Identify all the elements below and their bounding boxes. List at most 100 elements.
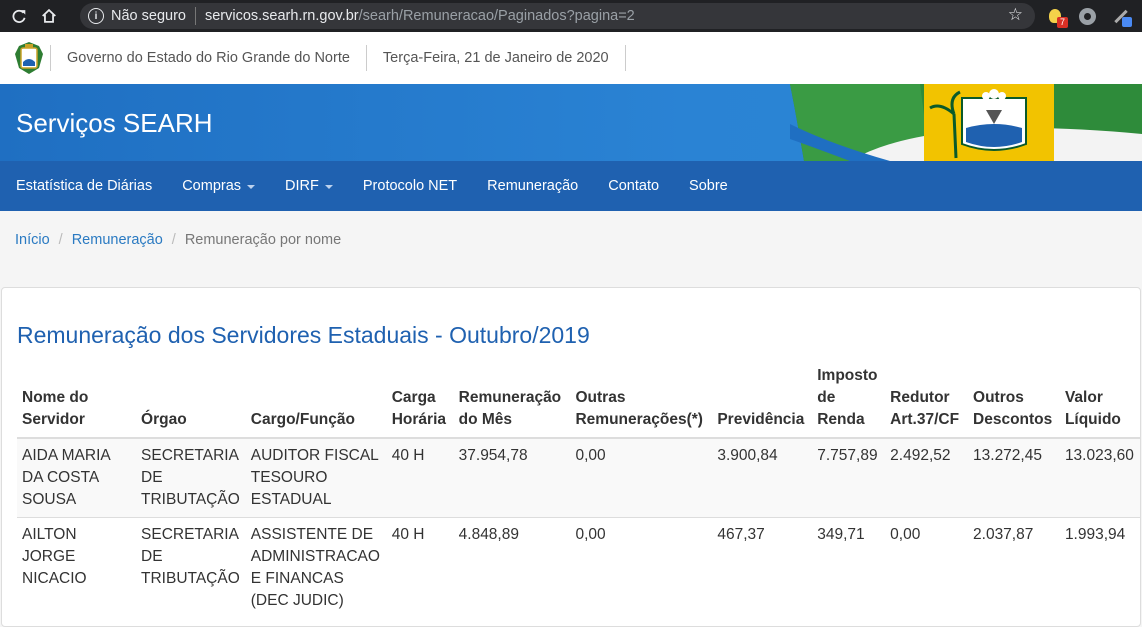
site-banner: Serviços SEARH	[0, 84, 1142, 161]
header-line: Redutor	[890, 389, 950, 406]
caret-down-icon	[247, 185, 256, 189]
nav-label: Sobre	[689, 178, 728, 194]
column-header-redutor[interactable]: Redutor Art.37/CF	[885, 362, 969, 439]
cell-imposto: 7.757,89	[812, 437, 886, 518]
header-line: Outras	[575, 389, 626, 406]
column-header-imposto[interactable]: Imposto de Renda	[812, 362, 886, 439]
info-icon[interactable]: i	[88, 8, 104, 24]
cell-carga: 40 H	[386, 517, 454, 618]
header-line: Servidor	[22, 411, 85, 428]
cell-cargo: AUDITOR FISCAL TESOURO ESTADUAL	[245, 437, 387, 518]
cell-liquido: 1.993,94	[1059, 517, 1140, 618]
cell-outras: 0,00	[570, 517, 713, 618]
header-line: Outros	[973, 389, 1024, 406]
cell-redutor: 0,00	[885, 517, 969, 618]
cell-nome: AIDA MARIA DA COSTA SOUSA	[17, 437, 137, 518]
cell-remuneracao: 4.848,89	[453, 517, 571, 618]
header-line: Imposto	[817, 367, 878, 384]
nav-contato[interactable]: Contato	[593, 161, 674, 211]
cell-descontos: 2.037,87	[968, 517, 1060, 618]
cell-outras: 0,00	[570, 437, 713, 518]
breadcrumb-remuneracao-link[interactable]: Remuneração	[72, 232, 163, 248]
reload-icon[interactable]	[8, 5, 30, 27]
header-line: Remuneração	[458, 389, 562, 406]
state-flag-image	[790, 84, 1142, 161]
home-icon[interactable]	[38, 5, 60, 27]
cell-carga: 40 H	[386, 437, 454, 518]
main-navigation: Estatística de Diárias Compras DIRF Prot…	[0, 161, 1142, 211]
cell-liquido: 13.023,60	[1059, 437, 1140, 518]
table-row: AIDA MARIA DA COSTA SOUSA SECRETARIA DE TRIB…	[17, 437, 1140, 518]
header-line: Renda	[817, 411, 865, 428]
current-date: Terça-Feira, 21 de Janeiro de 2020	[382, 50, 609, 66]
breadcrumb: Início / Remuneração / Remuneração por n…	[0, 211, 1142, 269]
cell-imposto: 349,71	[812, 517, 886, 618]
cell-orgao: SECRETARIA DE TRIBUTAÇÃO	[136, 517, 246, 618]
header-line: Remunerações(*)	[575, 411, 703, 428]
header-line: Descontos	[973, 411, 1053, 428]
nav-sobre[interactable]: Sobre	[674, 161, 743, 211]
breadcrumb-separator: /	[58, 232, 63, 248]
disc-extension-icon[interactable]	[1076, 5, 1098, 27]
cell-orgao: SECRETARIA DE TRIBUTAÇÃO	[136, 437, 246, 518]
nav-label: Remuneração	[487, 178, 579, 194]
column-header-remuneracao[interactable]: Remuneração do Mês	[453, 362, 571, 439]
salary-table: Nome do Servidor Órgao Cargo/Função Carga…	[17, 362, 1140, 618]
pen-extension-icon[interactable]	[1110, 5, 1132, 27]
cell-redutor: 2.492,52	[885, 437, 969, 518]
address-bar[interactable]: i Não seguro servicos.searh.rn.gov.br/se…	[80, 3, 1035, 29]
nav-remuneracao[interactable]: Remuneração	[472, 161, 593, 211]
site-title[interactable]: Serviços SEARH	[16, 108, 213, 139]
header-line: Líquido	[1064, 411, 1121, 428]
nav-label: Protocolo NET	[362, 178, 458, 194]
header-line: do Mês	[458, 411, 513, 428]
cell-remuneracao: 37.954,78	[453, 437, 571, 518]
column-header-outras[interactable]: Outras Remunerações(*)	[570, 362, 713, 439]
omnibox-divider	[194, 7, 196, 25]
browser-toolbar: i Não seguro servicos.searh.rn.gov.br/se…	[0, 0, 1142, 32]
breadcrumb-separator: /	[171, 232, 176, 248]
page-title: Remuneração dos Servidores Estaduais - O…	[17, 322, 590, 348]
cell-previdencia: 3.900,84	[712, 437, 813, 518]
security-label: Não seguro	[111, 8, 186, 24]
nav-label: Compras	[182, 178, 242, 194]
government-name: Governo do Estado do Rio Grande do Norte	[67, 50, 350, 66]
column-header-orgao[interactable]: Órgao	[136, 362, 246, 439]
nav-label: DIRF	[285, 178, 319, 194]
bookmark-star-icon[interactable]: ☆	[1008, 5, 1023, 25]
cell-cargo: ASSISTENTE DE ADMINISTRACAO E FINANCAS (DEC…	[245, 517, 387, 618]
header-line: Carga	[391, 389, 436, 406]
nav-compras-dropdown[interactable]: Compras	[167, 161, 270, 211]
header-line: Horária	[391, 411, 446, 428]
column-header-cargo[interactable]: Cargo/Função	[245, 362, 387, 439]
cell-nome: AILTON JORGE NICACIO	[17, 517, 137, 618]
header-line: Valor	[1064, 389, 1103, 406]
cell-previdencia: 467,37	[712, 517, 813, 618]
column-header-nome[interactable]: Nome do Servidor	[17, 362, 137, 439]
nav-label: Estatística de Diárias	[16, 178, 153, 194]
cell-descontos: 13.272,45	[968, 437, 1060, 518]
nav-label: Contato	[608, 178, 660, 194]
lightbulb-extension-icon[interactable]: 7	[1044, 5, 1068, 28]
column-header-previdencia[interactable]: Previdência	[712, 362, 813, 439]
column-header-liquido[interactable]: Valor Líquido	[1059, 362, 1140, 439]
government-header: Governo do Estado do Rio Grande do Norte…	[0, 32, 1142, 84]
header-line: Art.37/CF	[890, 411, 960, 428]
nav-dirf-dropdown[interactable]: DIRF	[270, 161, 348, 211]
header-divider	[624, 45, 626, 71]
url-path: /searh/Remuneracao/Paginados?pagina=2	[358, 8, 635, 24]
column-header-carga[interactable]: Carga Horária	[386, 362, 454, 439]
column-header-descontos[interactable]: Outros Descontos	[968, 362, 1060, 439]
table-header-row: Nome do Servidor Órgao Cargo/Função Carga…	[17, 362, 1140, 439]
extension-badge: 7	[1057, 17, 1068, 28]
nav-protocolo-net[interactable]: Protocolo NET	[348, 161, 472, 211]
table-row: AILTON JORGE NICACIO SECRETARIA DE TRIBUTAÇÃ…	[17, 517, 1140, 618]
url-host: servicos.searh.rn.gov.br	[204, 8, 359, 24]
state-crest-logo	[8, 38, 50, 78]
breadcrumb-current: Remuneração por nome	[184, 232, 342, 248]
nav-estatistica-diarias[interactable]: Estatística de Diárias	[1, 161, 167, 211]
header-line: de	[817, 389, 836, 406]
header-line: Nome do	[22, 389, 89, 406]
breadcrumb-home-link[interactable]: Início	[15, 232, 50, 248]
caret-down-icon	[324, 185, 333, 189]
